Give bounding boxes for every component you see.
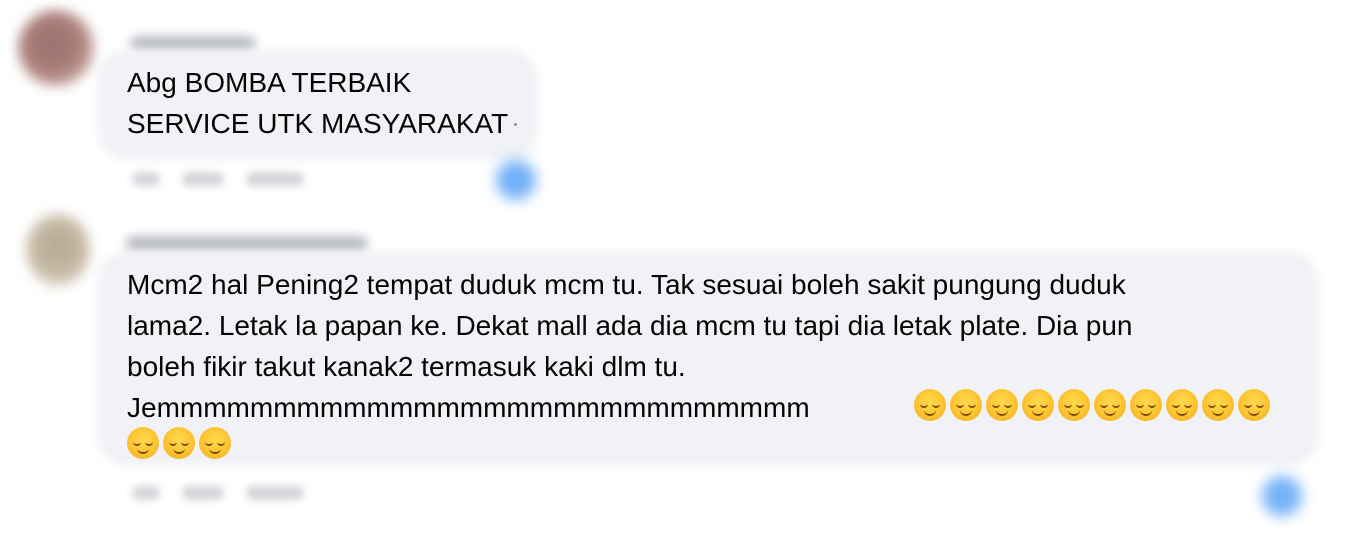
comment-line: Mcm2 hal Pening2 tempat duduk mcm tu. Ta…: [127, 269, 1126, 300]
smiling-face-with-halo-icon: [1022, 389, 1054, 421]
smiling-face-with-halo-icon: [986, 389, 1018, 421]
emoji-row: [127, 427, 231, 459]
comment-timestamp[interactable]: [132, 172, 160, 186]
comment-line: boleh fikir takut kanak2 termasuk kaki d…: [127, 351, 686, 382]
comment-line: Abg BOMBA TERBAIK: [127, 67, 412, 98]
comment-author-name[interactable]: [126, 236, 368, 252]
comment-bubble: Abg BOMBA TERBAIK SERVICE UTK MASYARAKAT: [104, 56, 532, 154]
comment-line: lama2. Letak la papan ke. Dekat mall ada…: [127, 310, 1133, 341]
smiling-face-with-halo-icon: [1166, 389, 1198, 421]
comment-actions: [132, 172, 304, 186]
emoji-row: [914, 389, 1270, 421]
like-reaction-icon[interactable]: [496, 160, 536, 200]
smiling-face-with-halo-icon: [1058, 389, 1090, 421]
comment-actions: [132, 486, 304, 500]
smiling-face-with-halo-icon: [199, 427, 231, 459]
like-button[interactable]: [182, 486, 224, 500]
smiling-face-with-halo-icon: [1202, 389, 1234, 421]
smiling-face-with-halo-icon: [1238, 389, 1270, 421]
avatar[interactable]: [18, 10, 94, 86]
smiling-face-with-halo-icon: [163, 427, 195, 459]
comment-line: SERVICE UTK MASYARAKAT: [127, 108, 509, 139]
smiling-face-with-halo-icon: [1094, 389, 1126, 421]
smiling-face-with-halo-icon: [914, 389, 946, 421]
comment-timestamp[interactable]: [132, 486, 160, 500]
smiling-face-with-halo-icon: [1130, 389, 1162, 421]
comment-bubble: Mcm2 hal Pening2 tempat duduk mcm tu. Ta…: [104, 258, 1312, 460]
comment-thread: Abg BOMBA TERBAIK SERVICE UTK MASYARAKAT…: [0, 0, 1364, 536]
like-button[interactable]: [182, 172, 224, 186]
smiling-face-with-halo-icon: [127, 427, 159, 459]
like-reaction-icon[interactable]: [1262, 476, 1302, 516]
reply-button[interactable]: [246, 172, 304, 186]
smiling-face-with-halo-icon: [950, 389, 982, 421]
comment-text: Abg BOMBA TERBAIK SERVICE UTK MASYARAKAT: [127, 62, 508, 144]
comment-author-name[interactable]: [130, 36, 256, 52]
avatar[interactable]: [26, 214, 90, 286]
reply-button[interactable]: [246, 486, 304, 500]
blur-artifact: [514, 123, 517, 126]
